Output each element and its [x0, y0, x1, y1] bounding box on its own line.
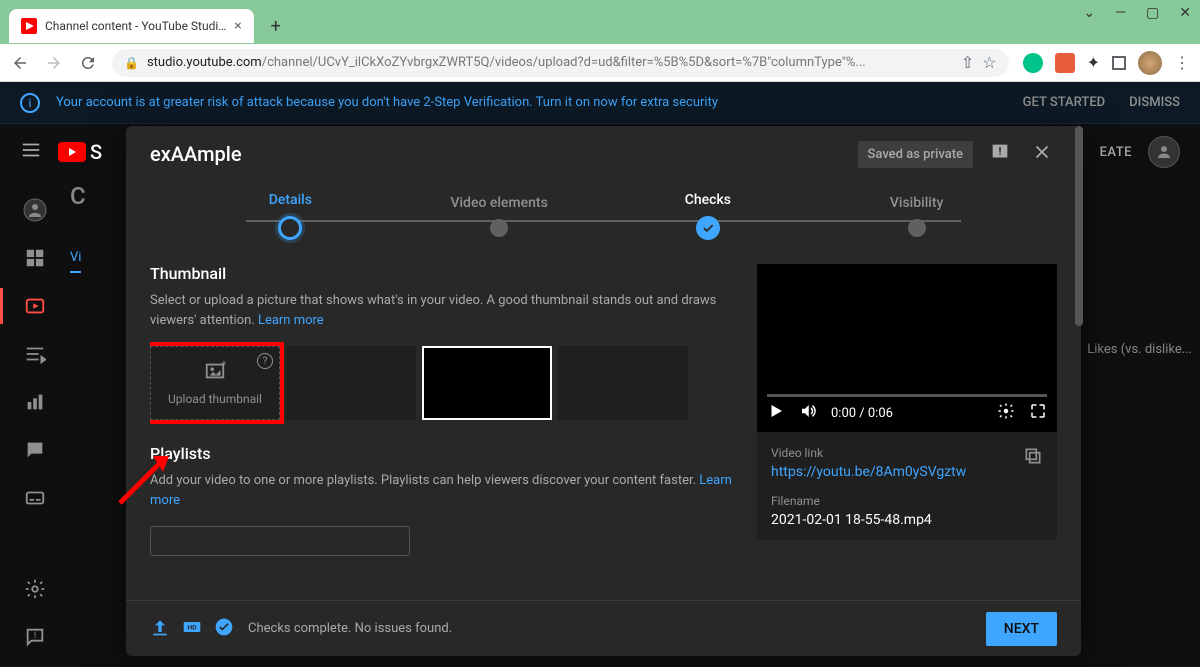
truncated-column: Likes (vs. dislike... [1087, 342, 1192, 357]
stepper: Details Video elements Checks Visibility [126, 182, 1081, 240]
volume-icon[interactable] [799, 402, 817, 424]
forward-button [44, 53, 64, 73]
hd-icon: HD [182, 617, 202, 641]
step-details[interactable]: Details [186, 192, 395, 240]
profile-avatar[interactable] [1138, 51, 1162, 75]
minimize-icon[interactable]: — [1115, 5, 1126, 21]
hamburger-menu-icon[interactable] [20, 139, 42, 165]
extensions-puzzle-icon[interactable]: ✦ [1087, 53, 1100, 72]
channel-avatar[interactable] [1148, 136, 1180, 168]
share-icon[interactable]: ⇧ [961, 53, 974, 72]
filename-label: Filename [771, 494, 1043, 508]
tab-close-icon[interactable]: × [234, 18, 241, 34]
sidebar-subtitles-icon[interactable] [23, 486, 47, 510]
next-button[interactable]: NEXT [986, 612, 1057, 646]
thumbnail-option-1[interactable] [286, 346, 416, 420]
sidebar-playlists-icon[interactable] [23, 342, 47, 366]
back-button[interactable] [10, 53, 30, 73]
upload-modal: exAAmple Saved as private ! Details Vide… [126, 126, 1081, 656]
help-icon[interactable]: ? [257, 353, 273, 369]
play-icon[interactable] [767, 402, 785, 424]
tab-behind: Vi [70, 250, 81, 273]
tab-title: Channel content - YouTube Studi… [45, 19, 226, 33]
feedback-icon[interactable]: ! [985, 137, 1015, 171]
thumbnail-option-2[interactable] [422, 346, 552, 420]
address-bar[interactable]: 🔒 studio.youtube.com/channel/UCvY_ilCkXo… [112, 49, 1009, 77]
video-preview[interactable]: 0:00 / 0:06 [757, 264, 1057, 432]
fullscreen-icon[interactable] [1029, 402, 1047, 424]
settings-gear-icon[interactable] [997, 402, 1015, 424]
maximize-icon[interactable]: ▢ [1146, 5, 1159, 21]
svg-text:HD: HD [187, 623, 197, 631]
step-checks[interactable]: Checks [604, 192, 813, 240]
get-started-button[interactable]: GET STARTED [1023, 95, 1106, 110]
filename-value: 2021-02-01 18-55-48.mp4 [771, 512, 1043, 526]
video-link-label: Video link [771, 446, 1023, 460]
bookmark-star-icon[interactable]: ☆ [982, 53, 996, 72]
svg-text:+: + [221, 360, 226, 369]
scrollbar[interactable] [1075, 240, 1081, 326]
chevron-down-icon[interactable]: ⌄ [1083, 5, 1095, 21]
thumbnail-option-3[interactable] [558, 346, 688, 420]
video-link[interactable]: https://youtu.be/8Am0ySVgztw [771, 464, 1023, 480]
modal-header: exAAmple Saved as private ! [126, 126, 1081, 182]
sidebar-analytics-icon[interactable] [23, 390, 47, 414]
sidebar-dashboard-icon[interactable] [23, 246, 47, 270]
browser-tab[interactable]: Channel content - YouTube Studi… × [9, 9, 254, 43]
window-title-bar: Channel content - YouTube Studi… × + ⌄ —… [0, 0, 1200, 44]
reload-button[interactable] [78, 53, 98, 73]
svg-text:!: ! [999, 145, 1002, 158]
create-button[interactable]: EATE [1100, 145, 1132, 160]
modal-title: exAAmple [150, 142, 846, 166]
kebab-menu-icon[interactable]: ⋮ [1174, 53, 1190, 72]
page-title-behind: C [70, 182, 86, 210]
dismiss-button[interactable]: DISMISS [1129, 95, 1180, 110]
upload-complete-icon [150, 617, 170, 641]
upload-thumbnail-label: Upload thumbnail [168, 392, 262, 406]
thumbnail-heading: Thumbnail [150, 264, 733, 283]
browser-toolbar: 🔒 studio.youtube.com/channel/UCvY_ilCkXo… [0, 44, 1200, 82]
banner-message: Your account is at greater risk of attac… [56, 95, 1007, 110]
modal-footer: HD Checks complete. No issues found. NEX… [126, 600, 1081, 656]
sidebar-channel-avatar[interactable] [23, 198, 47, 222]
sidebar-settings-icon[interactable] [23, 577, 47, 601]
left-sidebar: ! [0, 180, 70, 667]
tabs-icon[interactable] [1112, 56, 1126, 70]
checks-done-icon [214, 617, 234, 641]
window-close-icon[interactable]: ✕ [1179, 5, 1191, 21]
svg-text:!: ! [34, 631, 36, 641]
youtube-favicon [21, 18, 37, 34]
thumbnail-description: Select or upload a picture that shows wh… [150, 291, 733, 330]
close-icon[interactable] [1027, 137, 1057, 171]
url-text: studio.youtube.com/channel/UCvY_ilCkXoZY… [147, 55, 953, 70]
upload-thumbnail-button[interactable]: ? + Upload thumbnail [150, 346, 280, 420]
save-status-badge: Saved as private [858, 141, 973, 168]
sidebar-feedback-icon[interactable]: ! [23, 625, 47, 649]
upload-image-icon: + [204, 360, 226, 386]
step-video-elements[interactable]: Video elements [395, 195, 604, 237]
step-visibility[interactable]: Visibility [812, 195, 1021, 237]
youtube-studio-logo[interactable]: S [58, 140, 102, 164]
security-warning-banner: i Your account is at greater risk of att… [0, 82, 1200, 124]
playlists-heading: Playlists [150, 444, 733, 463]
video-time: 0:00 / 0:06 [831, 406, 983, 421]
footer-status: Checks complete. No issues found. [248, 621, 972, 636]
lock-icon: 🔒 [124, 56, 139, 70]
playlists-description: Add your video to one or more playlists.… [150, 471, 733, 510]
info-icon: i [20, 93, 40, 113]
extension-icon-2[interactable] [1055, 53, 1075, 73]
thumbnail-learn-more-link[interactable]: Learn more [258, 313, 324, 328]
new-tab-button[interactable]: + [262, 12, 290, 40]
extension-icon-1[interactable] [1023, 53, 1043, 73]
sidebar-comments-icon[interactable] [23, 438, 47, 462]
copy-icon[interactable] [1023, 446, 1043, 470]
playlists-select[interactable] [150, 526, 410, 556]
sidebar-content-icon[interactable] [23, 294, 47, 318]
